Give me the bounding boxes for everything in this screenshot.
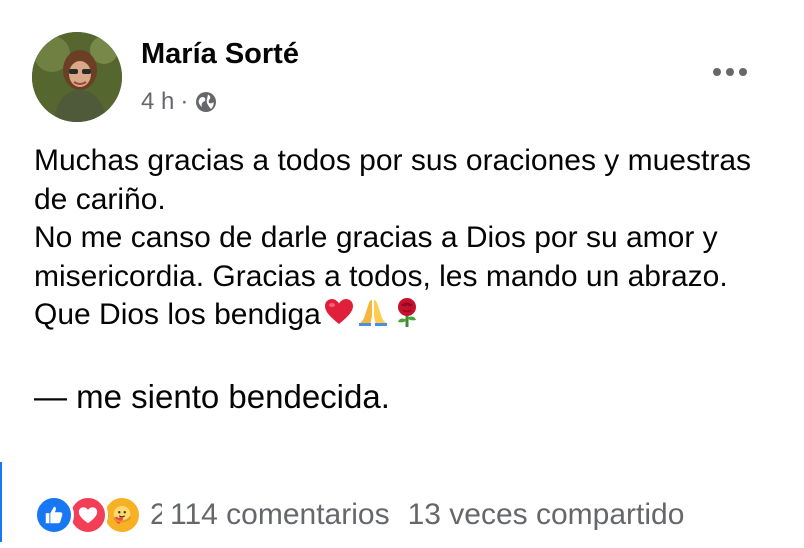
avatar[interactable]	[32, 32, 122, 122]
author-name[interactable]: María Sorté	[141, 38, 299, 71]
praying-hands-icon	[357, 296, 389, 328]
more-dot	[713, 68, 721, 76]
post-text: Muchas gracias a todos por sus oraciones…	[34, 142, 774, 335]
globe-icon[interactable]	[194, 90, 218, 114]
reaction-count[interactable]: 2	[150, 498, 162, 532]
more-dot	[739, 68, 747, 76]
meta-separator: ·	[180, 88, 189, 115]
post-time[interactable]: 4 h	[141, 88, 174, 116]
comments-count-link[interactable]: 114 comentarios	[170, 498, 390, 532]
care-icon[interactable]	[102, 495, 142, 535]
like-icon[interactable]	[34, 495, 74, 535]
more-options-button[interactable]	[706, 56, 754, 88]
post-meta: 4 h ·	[141, 88, 218, 116]
reaction-icons[interactable]	[34, 493, 142, 537]
post-text-line: Muchas gracias a todos por sus oraciones…	[34, 144, 751, 216]
feeling-activity: — me siento bendecida.	[34, 378, 390, 415]
avatar-image	[32, 32, 122, 122]
red-heart-icon	[323, 296, 355, 328]
love-icon[interactable]	[68, 495, 108, 535]
left-edge-accent	[0, 462, 2, 542]
post-footer: 2 114 comentarios 13 veces compartido	[34, 490, 794, 540]
more-dot	[726, 68, 734, 76]
post-text-line: No me canso de darle gracias a Dios por …	[34, 219, 774, 335]
rose-icon	[391, 296, 423, 328]
shares-count-link[interactable]: 13 veces compartido	[408, 498, 685, 532]
post-card: María Sorté 4 h · Muchas gracias a todos…	[0, 0, 804, 548]
